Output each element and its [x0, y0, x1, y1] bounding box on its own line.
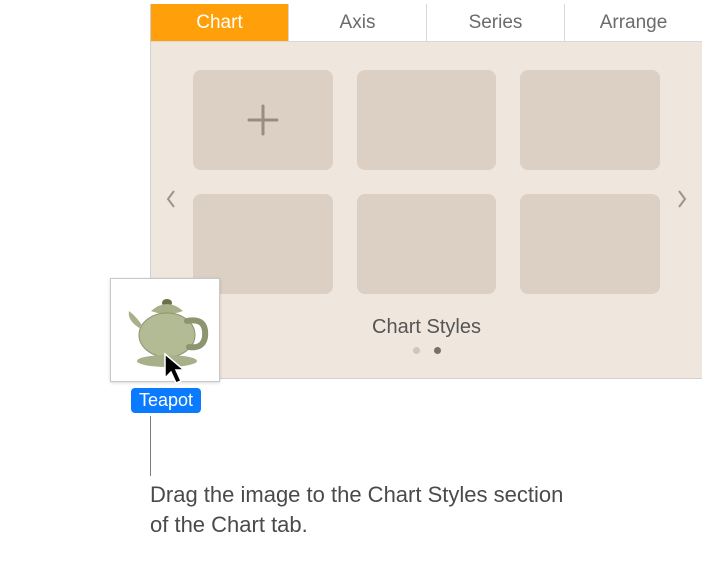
- chart-style-swatch[interactable]: [357, 194, 497, 294]
- tab-axis[interactable]: Axis: [289, 4, 427, 41]
- dragged-file-label: Teapot: [131, 388, 201, 413]
- chart-styles-section: Chart Styles: [151, 42, 702, 378]
- tab-arrange[interactable]: Arrange: [565, 4, 702, 41]
- styles-next-button[interactable]: [670, 182, 694, 222]
- teapot-icon: [117, 287, 213, 373]
- chart-styles-label: Chart Styles: [193, 316, 660, 339]
- chart-style-swatch[interactable]: [520, 194, 660, 294]
- page-dots: [193, 347, 660, 354]
- thumbnail-image: [110, 278, 220, 382]
- chart-style-swatch[interactable]: [520, 70, 660, 170]
- plus-icon: [243, 100, 283, 140]
- styles-prev-button[interactable]: [159, 182, 183, 222]
- dragged-image-thumbnail[interactable]: Teapot: [110, 278, 222, 413]
- chart-style-swatch[interactable]: [357, 70, 497, 170]
- page-dot[interactable]: [413, 347, 420, 354]
- tab-series[interactable]: Series: [427, 4, 565, 41]
- format-panel: Chart Axis Series Arrange Chart Styles: [150, 4, 702, 379]
- page-dot[interactable]: [434, 347, 441, 354]
- callout-text: Drag the image to the Chart Styles secti…: [150, 480, 570, 539]
- tab-chart[interactable]: Chart: [151, 4, 289, 41]
- tab-bar: Chart Axis Series Arrange: [151, 4, 702, 42]
- chart-styles-grid: [193, 70, 660, 294]
- callout-leader-line: [150, 416, 151, 476]
- add-chart-style-button[interactable]: [193, 70, 333, 170]
